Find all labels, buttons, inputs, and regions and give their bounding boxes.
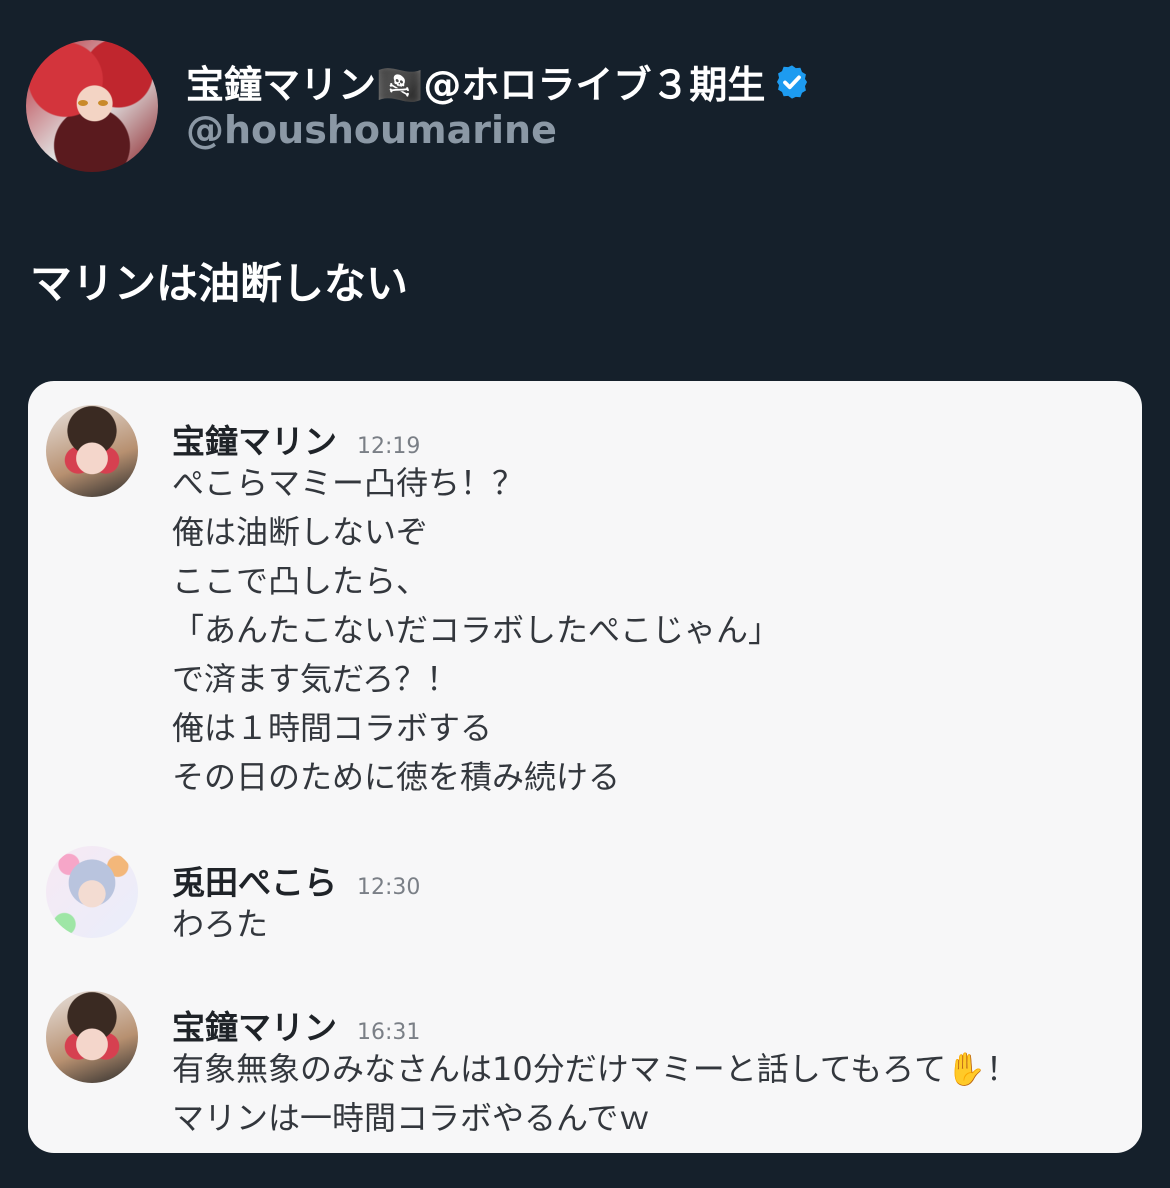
message-author: 宝鐘マリン — [172, 1008, 337, 1047]
avatar-eye — [98, 100, 108, 106]
tweet-text: マリンは油断しない — [30, 259, 409, 308]
name-row: 宝鐘マリン🏴‍☠️@ホロライブ３期生 — [186, 54, 811, 109]
message-line: その日のために徳を積み続ける — [172, 758, 621, 796]
verified-badge-icon — [777, 64, 808, 99]
marine-avatar — [46, 991, 138, 1083]
chat-screenshot-card[interactable]: 宝鐘マリン 12:19 ぺこらマミー凸待ち！？ 俺は油断しないぞ ここで凸したら… — [28, 381, 1142, 1153]
message-line: で済ます気だろ？！ — [172, 660, 459, 698]
message-time: 12:30 — [357, 875, 421, 900]
message-time: 12:19 — [357, 434, 421, 459]
message-time: 16:31 — [357, 1020, 421, 1045]
message-line: 「あんたこないだコラボしたぺこじゃん」 — [172, 611, 781, 649]
message-body: わろた — [172, 900, 268, 949]
message-header: 宝鐘マリン 12:19 — [172, 415, 420, 463]
user-handle[interactable]: @houshoumarine — [186, 108, 557, 152]
message-line: わろた — [172, 905, 269, 943]
message-author: 宝鐘マリン — [172, 422, 337, 461]
message-body: ぺこらマミー凸待ち！？ 俺は油断しないぞ ここで凸したら、 「あんたこないだコラ… — [172, 459, 780, 802]
pekora-avatar — [46, 846, 138, 938]
message-author: 兎田ぺこら — [172, 863, 337, 902]
message-line: ここで凸したら、 — [172, 562, 429, 600]
message-line: 俺は１時間コラボする — [172, 709, 493, 747]
message-line: 有象無象のみなさんは10分だけマミーと話してもろて✋！ — [172, 1050, 1019, 1088]
message-line: ぺこらマミー凸待ち！？ — [172, 464, 525, 502]
message-header: 兎田ぺこら 12:30 — [172, 856, 420, 904]
profile-avatar[interactable] — [26, 40, 158, 172]
message-body: 有象無象のみなさんは10分だけマミーと話してもろて✋！ マリンは一時間コラボやる… — [172, 1045, 1018, 1143]
tweet-header: 宝鐘マリン🏴‍☠️@ホロライブ３期生 @houshoumarine — [26, 40, 1146, 172]
message-line: 俺は油断しないぞ — [172, 513, 429, 551]
marine-avatar — [46, 405, 138, 497]
message-header: 宝鐘マリン 16:31 — [172, 1001, 420, 1049]
display-name[interactable]: 宝鐘マリン🏴‍☠️@ホロライブ３期生 — [186, 54, 765, 109]
avatar-eye — [78, 100, 88, 106]
message-line: マリンは一時間コラボやるんでｗ — [172, 1099, 651, 1137]
